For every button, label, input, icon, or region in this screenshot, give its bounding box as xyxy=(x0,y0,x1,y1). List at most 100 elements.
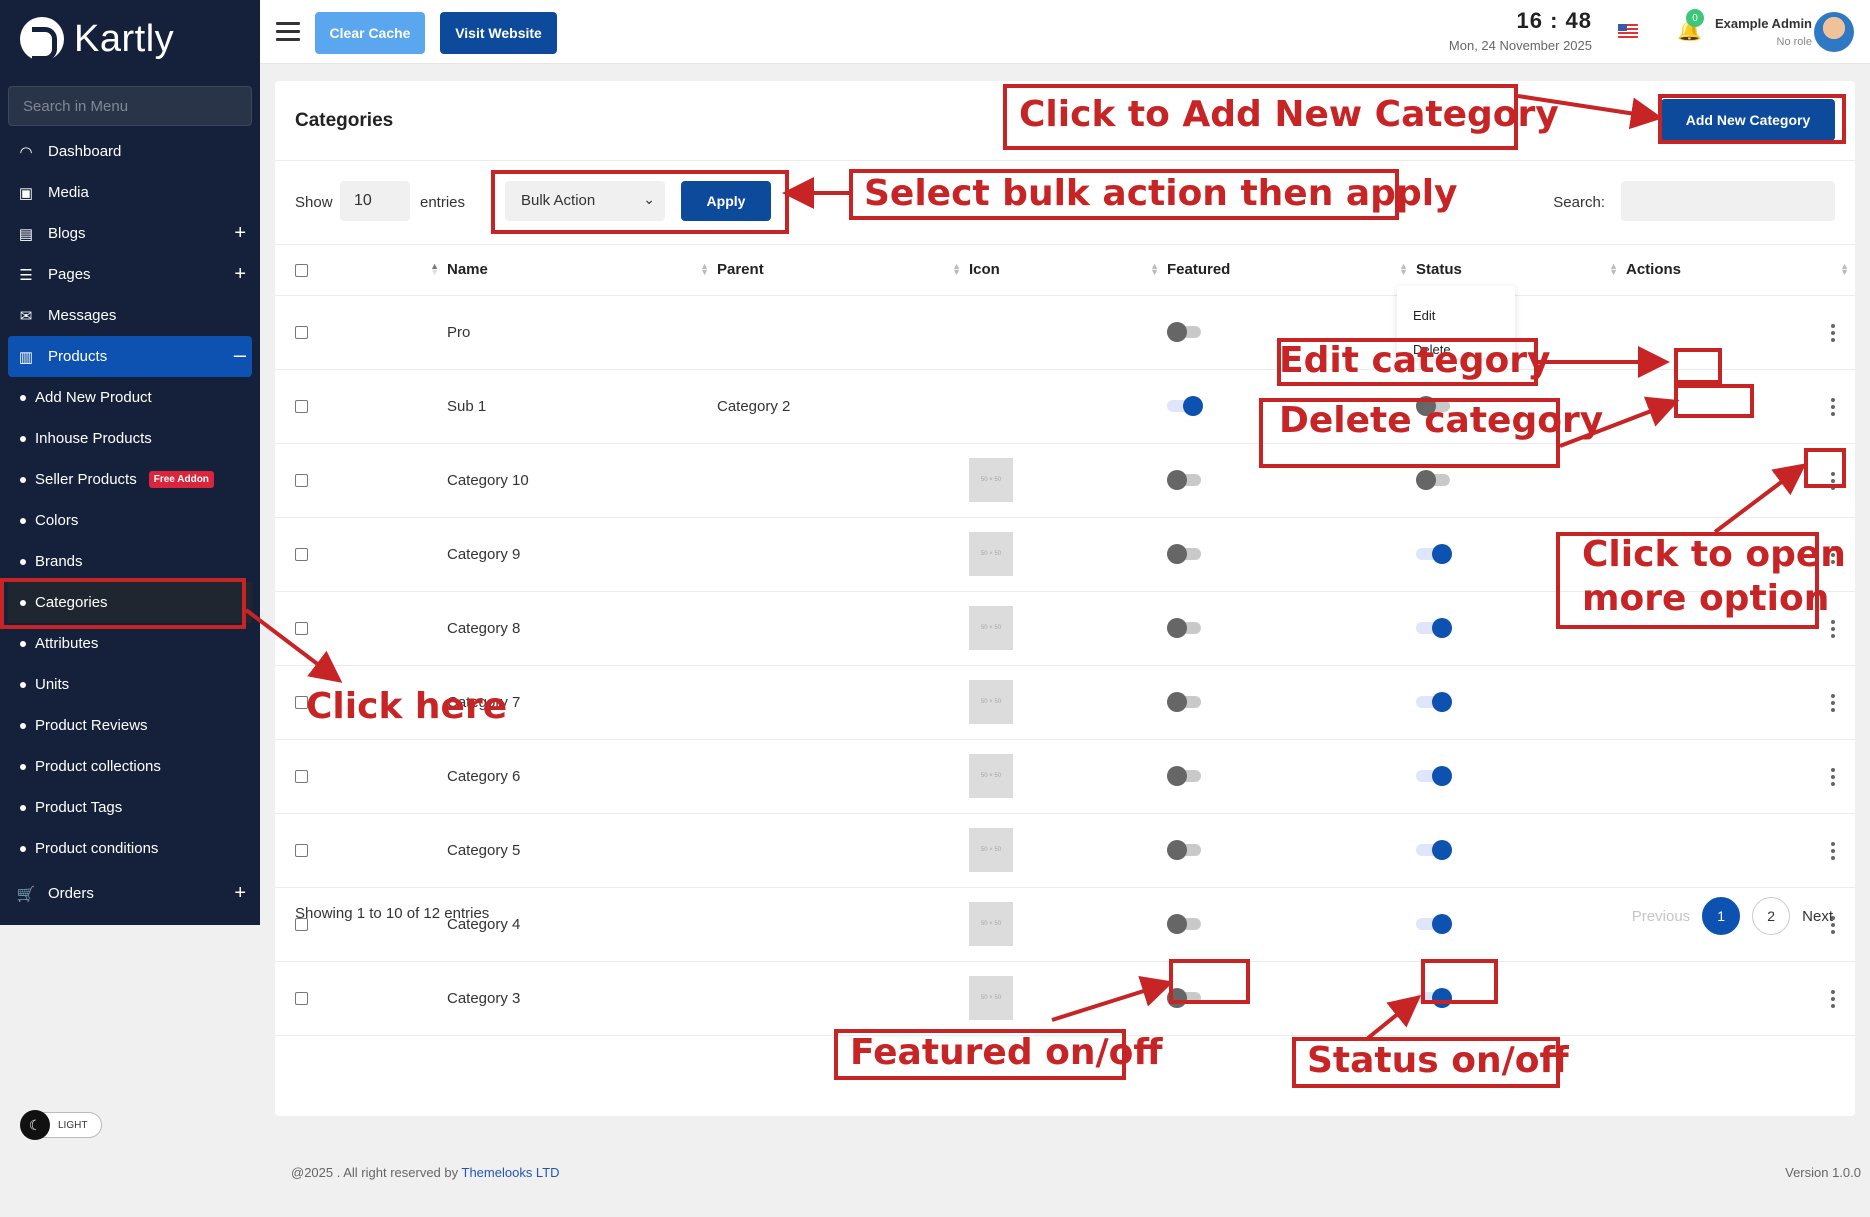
bullet-icon xyxy=(20,435,26,442)
row-checkbox[interactable] xyxy=(295,326,308,340)
gauge-icon: ◠ xyxy=(19,143,33,161)
sidebar-subitem-add-new-product[interactable]: Add New Product xyxy=(8,377,252,418)
bullet-icon xyxy=(20,640,26,647)
sidebar-item-media[interactable]: ▣ Media xyxy=(8,172,252,213)
more-options-icon[interactable] xyxy=(1831,693,1835,715)
sidebar-subitem-label: Colors xyxy=(35,512,79,529)
logo[interactable]: Kartly xyxy=(20,14,174,64)
row-icon-cell: 50 × 50 xyxy=(967,739,1165,814)
media-icon: ▣ xyxy=(18,184,34,202)
bullet-icon xyxy=(20,722,26,729)
more-options-icon[interactable] xyxy=(1831,767,1835,789)
sort-icon[interactable]: ▲ ▼ xyxy=(430,262,439,277)
user-menu[interactable]: Example Admin No role xyxy=(1715,16,1812,48)
expand-icon[interactable]: + xyxy=(234,222,246,245)
status-toggle[interactable] xyxy=(1416,618,1452,638)
column-parent[interactable]: Parent ▲ ▼ xyxy=(715,245,967,296)
featured-toggle[interactable] xyxy=(1167,692,1201,712)
clear-cache-button[interactable]: Clear Cache xyxy=(315,12,425,54)
select-all-checkbox[interactable] xyxy=(295,263,308,277)
featured-toggle[interactable] xyxy=(1167,766,1201,786)
sidebar-subitem-product-tags[interactable]: Product Tags xyxy=(8,787,252,828)
sidebar-subitem-colors[interactable]: Colors xyxy=(8,500,252,541)
sidebar-subitem-label: Product collections xyxy=(35,758,161,775)
featured-toggle[interactable] xyxy=(1167,840,1201,860)
status-toggle[interactable] xyxy=(1416,544,1452,564)
us-flag-icon[interactable] xyxy=(1618,24,1638,38)
annotation-status-toggle-box xyxy=(1421,959,1498,1004)
sidebar-item-blogs[interactable]: ▤ Blogs + xyxy=(8,213,252,254)
bag-icon: ▥ xyxy=(18,348,34,366)
row-checkbox[interactable] xyxy=(295,844,308,858)
menu-search-input[interactable]: Search in Menu xyxy=(8,86,252,126)
row-checkbox[interactable] xyxy=(295,992,308,1006)
next-page-button[interactable]: Next xyxy=(1802,908,1833,925)
column-status-label: Status xyxy=(1416,261,1462,279)
sidebar-item-pages[interactable]: ☰ Pages + xyxy=(8,254,252,295)
row-name: Category 10 xyxy=(445,443,715,518)
annotation-more-text-1: Click to open xyxy=(1582,534,1846,575)
column-actions[interactable]: Actions ▲ ▼ xyxy=(1624,245,1855,296)
more-options-icon[interactable] xyxy=(1831,619,1835,641)
more-options-icon[interactable] xyxy=(1831,841,1835,863)
previous-page-button[interactable]: Previous xyxy=(1632,908,1690,925)
page-2-button[interactable]: 2 xyxy=(1752,897,1791,935)
sidebar-subitem-brands[interactable]: Brands xyxy=(8,541,252,582)
company-link[interactable]: Themelooks LTD xyxy=(462,1165,560,1180)
theme-toggle[interactable]: ☾ LIGHT xyxy=(20,1110,102,1140)
featured-toggle[interactable] xyxy=(1167,396,1203,416)
sidebar-item-orders[interactable]: 🛒 Orders + xyxy=(8,873,252,914)
sidebar-item-dashboard[interactable]: ◠ Dashboard xyxy=(8,131,252,172)
more-options-icon[interactable] xyxy=(1831,397,1835,419)
sidebar-subitem-product-conditions[interactable]: Product conditions xyxy=(8,828,252,869)
status-toggle[interactable] xyxy=(1416,692,1452,712)
edit-menu-item[interactable]: Edit xyxy=(1413,308,1435,323)
status-toggle[interactable] xyxy=(1416,470,1450,490)
sidebar-subitem-inhouse-products[interactable]: Inhouse Products xyxy=(8,418,252,459)
featured-toggle[interactable] xyxy=(1167,618,1201,638)
row-checkbox[interactable] xyxy=(295,400,308,414)
sidebar-item-messages[interactable]: ✉ Messages xyxy=(8,295,252,336)
app-name: Kartly xyxy=(74,17,175,60)
column-icon[interactable]: Icon ▲ ▼ xyxy=(967,245,1165,296)
sidebar-subitem-attributes[interactable]: Attributes xyxy=(8,623,252,664)
featured-toggle[interactable] xyxy=(1167,544,1201,564)
sort-icon: ▲ ▼ xyxy=(1150,261,1159,277)
row-featured-cell xyxy=(1165,739,1414,814)
row-actions-cell xyxy=(1624,739,1855,814)
column-featured[interactable]: Featured ▲ ▼ xyxy=(1165,245,1414,296)
more-options-icon[interactable] xyxy=(1831,989,1835,1011)
row-checkbox[interactable] xyxy=(295,548,308,562)
column-name[interactable]: Name ▲ ▼ xyxy=(445,245,715,296)
column-icon-label: Icon xyxy=(969,261,1000,279)
visit-website-button[interactable]: Visit Website xyxy=(440,12,557,54)
collapse-icon[interactable]: – xyxy=(234,342,246,368)
sidebar-menu: ◠ Dashboard ▣ Media ▤ Blogs + ☰ Pages + ✉ … xyxy=(8,131,252,914)
expand-icon[interactable]: + xyxy=(234,882,246,905)
more-options-icon[interactable] xyxy=(1831,323,1835,345)
sidebar-subitem-seller-products[interactable]: Seller Products Free Addon xyxy=(8,459,252,500)
sidebar-item-products[interactable]: ▥ Products – xyxy=(8,336,252,377)
row-checkbox[interactable] xyxy=(295,622,308,636)
logo-mark-icon xyxy=(20,17,64,61)
page-length-select[interactable]: 10 xyxy=(340,181,410,221)
copyright-text: @2025 . All right reserved by xyxy=(291,1165,459,1180)
annotation-add-text: Click to Add New Category xyxy=(1019,94,1559,135)
theme-label: LIGHT xyxy=(58,1119,88,1131)
search-input[interactable] xyxy=(1621,181,1835,221)
status-toggle[interactable] xyxy=(1416,840,1452,860)
page-1-button[interactable]: 1 xyxy=(1702,897,1741,935)
sidebar-subitem-units[interactable]: Units xyxy=(8,664,252,705)
sidebar-subitem-product-collections[interactable]: Product collections xyxy=(8,746,252,787)
row-checkbox[interactable] xyxy=(295,474,308,488)
hamburger-menu-icon[interactable] xyxy=(276,22,300,41)
avatar[interactable] xyxy=(1814,12,1854,52)
status-toggle[interactable] xyxy=(1416,766,1452,786)
row-select-cell xyxy=(275,369,445,444)
featured-toggle[interactable] xyxy=(1167,470,1201,490)
featured-toggle[interactable] xyxy=(1167,322,1201,342)
sidebar-subitem-label: Units xyxy=(35,676,70,693)
row-checkbox[interactable] xyxy=(295,770,308,784)
sidebar-subitem-product-reviews[interactable]: Product Reviews xyxy=(8,705,252,746)
expand-icon[interactable]: + xyxy=(234,263,246,286)
